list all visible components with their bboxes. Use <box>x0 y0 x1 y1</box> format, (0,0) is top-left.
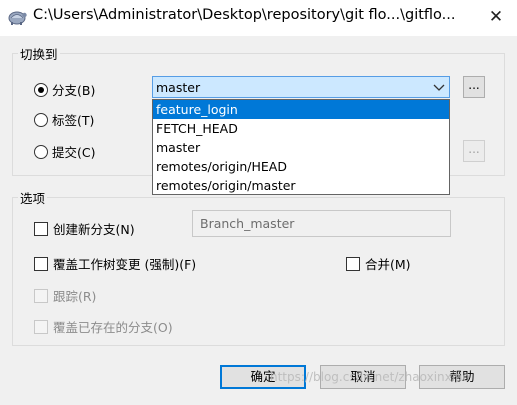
merge-label: 合并(M) <box>365 257 411 272</box>
track-label: 跟踪(R) <box>53 289 97 304</box>
track-checkbox: 跟踪(R) <box>34 286 96 305</box>
branch-combo[interactable]: master <box>152 76 450 98</box>
branch-combo-value: master <box>156 80 201 95</box>
radio-commit[interactable]: 提交(C) <box>34 142 95 161</box>
track-check-indicator <box>34 288 48 303</box>
override-existing-checkbox: 覆盖已存在的分支(O) <box>34 317 173 336</box>
force-checkbox[interactable]: 覆盖工作树变更 (强制)(F) <box>34 254 196 273</box>
chevron-down-icon[interactable] <box>433 78 445 99</box>
switch-to-legend: 切换到 <box>20 47 58 62</box>
radio-branch[interactable]: 分支(B) <box>34 80 95 99</box>
window-title: C:\Users\Administrator\Desktop\repositor… <box>33 7 456 23</box>
force-check-indicator[interactable] <box>34 256 48 271</box>
radio-commit-indicator[interactable] <box>34 144 48 159</box>
dropdown-option[interactable]: remotes/origin/HEAD <box>153 157 449 176</box>
dropdown-option[interactable]: remotes/origin/master <box>153 176 449 195</box>
radio-tag-indicator[interactable] <box>34 112 48 127</box>
tortoise-app-icon <box>7 9 27 26</box>
override-existing-check-indicator <box>34 319 48 334</box>
merge-check-indicator[interactable] <box>346 256 360 271</box>
branch-dropdown-list: feature_login FETCH_HEAD master remotes/… <box>152 99 450 195</box>
radio-tag[interactable]: 标签(T) <box>34 110 94 129</box>
dropdown-option[interactable]: master <box>153 138 449 157</box>
browse-branch-button[interactable]: ... <box>463 76 485 98</box>
browse-commit-button: ... <box>463 140 485 162</box>
override-existing-label: 覆盖已存在的分支(O) <box>53 320 173 335</box>
watermark: https://blog.csdn.net/zhaoxinxiao <box>270 370 470 384</box>
create-branch-label: 创建新分支(N) <box>53 222 135 237</box>
radio-branch-label: 分支(B) <box>52 83 96 98</box>
create-branch-check-indicator[interactable] <box>34 221 48 236</box>
radio-tag-label: 标签(T) <box>52 113 95 128</box>
options-legend: 选项 <box>20 191 46 206</box>
dropdown-option[interactable]: FETCH_HEAD <box>153 119 449 138</box>
close-icon[interactable]: ✕ <box>482 4 510 30</box>
dropdown-option[interactable]: feature_login <box>153 100 449 119</box>
create-branch-checkbox[interactable]: 创建新分支(N) <box>34 219 135 238</box>
radio-branch-indicator[interactable] <box>34 82 48 97</box>
merge-checkbox[interactable]: 合并(M) <box>346 254 411 273</box>
new-branch-name-field: Branch_master <box>192 210 451 237</box>
radio-commit-label: 提交(C) <box>52 145 96 160</box>
force-label: 覆盖工作树变更 (强制)(F) <box>53 257 197 272</box>
